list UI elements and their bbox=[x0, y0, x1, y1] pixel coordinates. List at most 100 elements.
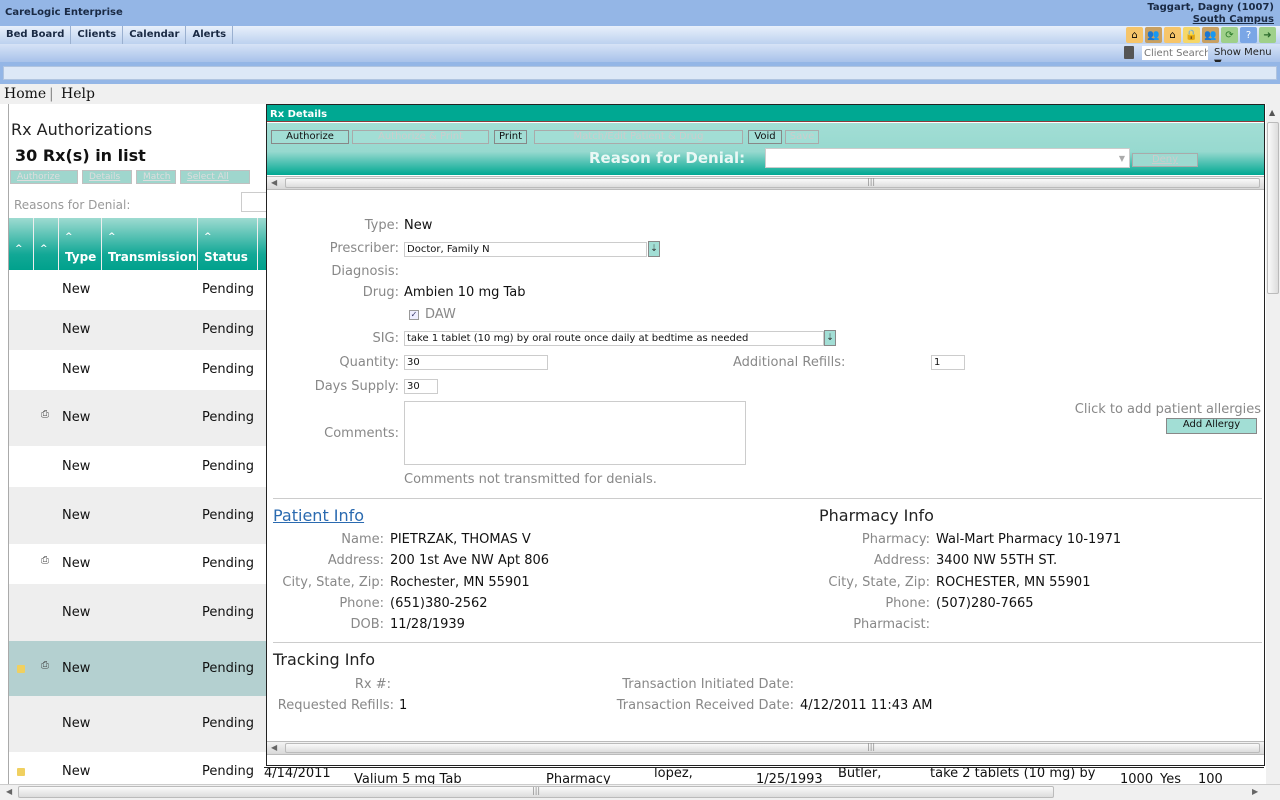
lock-icon bbox=[17, 664, 25, 673]
refresh-icon[interactable]: ⟳ bbox=[1221, 27, 1238, 43]
rx-details-dialog: Rx Details Authorize Authorize & Print P… bbox=[266, 104, 1265, 766]
scroll-left-icon: ◀ bbox=[271, 743, 278, 752]
col-lock[interactable]: ^ bbox=[9, 218, 34, 270]
sort-icon: ^ bbox=[15, 244, 23, 254]
table-row[interactable]: ⎙ New Pending bbox=[9, 390, 268, 446]
nav-calendar[interactable]: Calendar bbox=[123, 26, 187, 44]
home-link[interactable]: Home bbox=[4, 86, 46, 102]
row-status: Pending bbox=[202, 507, 254, 523]
row-status: Pending bbox=[202, 764, 254, 779]
table-row[interactable]: New Pending bbox=[9, 584, 268, 641]
sig-select[interactable]: take 1 tablet (10 mg) by oral route once… bbox=[404, 331, 824, 346]
authorize-print-button[interactable]: Authorize & Print bbox=[352, 130, 489, 144]
client-search-input[interactable] bbox=[1142, 46, 1208, 60]
table-row[interactable]: New Pending bbox=[9, 350, 268, 390]
daw-checkbox[interactable]: ✓ bbox=[409, 310, 419, 320]
table-row[interactable]: New Pending bbox=[9, 270, 268, 310]
scroll-up-icon: ▲ bbox=[1269, 108, 1276, 117]
nav-bed-board[interactable]: Bed Board bbox=[0, 26, 72, 44]
quantity-input[interactable] bbox=[404, 355, 548, 370]
lock-icon[interactable]: 🔒 bbox=[1183, 27, 1200, 43]
home-icon[interactable]: ⌂ bbox=[1126, 27, 1143, 43]
table-row[interactable]: New Pending bbox=[9, 696, 268, 752]
match-button[interactable]: Match bbox=[136, 170, 176, 184]
row-type: New bbox=[62, 410, 91, 425]
daw-label: DAW bbox=[425, 307, 456, 322]
col-type[interactable]: ^ Type bbox=[59, 218, 102, 270]
home-icon[interactable]: ⌂ bbox=[1164, 27, 1181, 43]
void-button[interactable]: Void bbox=[748, 130, 782, 144]
save-button[interactable]: Save bbox=[785, 130, 819, 144]
pharmacy-csz: ROCHESTER, MN 55901 bbox=[936, 575, 1091, 590]
help-link[interactable]: Help bbox=[61, 86, 95, 102]
sort-icon: ^ bbox=[108, 232, 116, 242]
pharmacy-address-label: Address: bbox=[873, 553, 930, 568]
message-field bbox=[3, 66, 1277, 80]
authorize-button[interactable]: Authorize bbox=[271, 130, 349, 144]
patient-csz-label: City, State, Zip: bbox=[282, 575, 384, 590]
patient-dob: 11/28/1939 bbox=[390, 617, 465, 632]
col-transmission[interactable]: ^ Transmission bbox=[102, 218, 198, 270]
authorize-list-button[interactable]: Authorize bbox=[10, 170, 78, 184]
table-row[interactable]: New Pending bbox=[9, 752, 268, 784]
scroll-left-icon: ◀ bbox=[271, 178, 278, 187]
pharmacy-info-title: Pharmacy Info bbox=[819, 506, 934, 525]
reason-for-denial-select[interactable]: ▼ bbox=[765, 148, 1130, 168]
rx-count: 30 Rx(s) in list bbox=[15, 146, 146, 165]
patient-info-link[interactable]: Patient Info bbox=[273, 506, 364, 525]
row-patient: lopez, bbox=[654, 767, 693, 781]
match-edit-button[interactable]: Match/Edit Patient & Drug bbox=[534, 130, 743, 144]
page-horizontal-scrollbar[interactable]: ◀ ||| ▶ bbox=[0, 784, 1280, 800]
pharmacy-phone-label: Phone: bbox=[885, 596, 930, 611]
comments-label: Comments: bbox=[324, 426, 399, 441]
details-button[interactable]: Details bbox=[82, 170, 132, 184]
table-row[interactable]: ⎙ New Pending bbox=[9, 544, 268, 584]
partial-table-row: 4/14/2011 Valium 5 mg Tab Pharmacy lopez… bbox=[264, 767, 1264, 784]
select-all-button[interactable]: Select All bbox=[180, 170, 250, 184]
dialog-top-scrollbar[interactable]: ◀ ||| bbox=[267, 176, 1264, 190]
grip-icon: ||| bbox=[532, 786, 541, 795]
col-print[interactable]: ^ bbox=[34, 218, 59, 270]
nav-alerts[interactable]: Alerts bbox=[186, 26, 234, 44]
pharmacy-csz-label: City, State, Zip: bbox=[828, 575, 930, 590]
table-row[interactable]: New Pending bbox=[9, 446, 268, 487]
printer-icon: ⎙ bbox=[41, 409, 49, 420]
campus-link[interactable]: South Campus bbox=[1147, 14, 1274, 26]
nav-clients[interactable]: Clients bbox=[71, 26, 124, 44]
pharmacy-name: Wal-Mart Pharmacy 10-1971 bbox=[936, 532, 1122, 547]
table-row[interactable]: New Pending bbox=[9, 310, 268, 350]
comments-note: Comments not transmitted for denials. bbox=[404, 472, 657, 487]
dialog-title: Rx Details bbox=[267, 105, 1264, 122]
type-value: New bbox=[404, 218, 433, 233]
print-button[interactable]: Print bbox=[494, 130, 527, 144]
comments-textarea[interactable] bbox=[404, 401, 746, 465]
help-icon[interactable]: ? bbox=[1240, 27, 1257, 43]
people-icon[interactable]: 👥 bbox=[1145, 27, 1162, 43]
patient-dob-label: DOB: bbox=[350, 617, 384, 632]
row-flag: Yes bbox=[1160, 772, 1181, 784]
exit-icon[interactable]: ➜ bbox=[1259, 27, 1276, 43]
prescriber-select[interactable]: Doctor, Family N bbox=[404, 242, 647, 257]
dialog-toolbar: Authorize Authorize & Print Print Match/… bbox=[267, 123, 1264, 175]
table-row[interactable]: ⎙ New Pending bbox=[9, 641, 268, 696]
prescriber-dropdown-icon[interactable]: ⇣ bbox=[648, 241, 660, 257]
sig-dropdown-icon[interactable]: ⇣ bbox=[824, 330, 836, 346]
trash-icon[interactable] bbox=[1124, 46, 1134, 59]
page-vertical-scrollbar[interactable]: ▲ bbox=[1266, 104, 1280, 784]
reasons-select[interactable] bbox=[241, 192, 268, 212]
reason-for-denial-label: Reason for Denial: bbox=[589, 149, 746, 167]
sub-toolbar bbox=[0, 44, 1280, 62]
user-info: Taggart, Dagny (1007) South Campus bbox=[1147, 2, 1274, 26]
dialog-bottom-scrollbar[interactable]: ◀ ||| bbox=[267, 741, 1264, 755]
people-icon[interactable]: 👥 bbox=[1202, 27, 1219, 43]
printer-icon: ⎙ bbox=[41, 659, 49, 671]
patient-csz: Rochester, MN 55901 bbox=[390, 575, 530, 590]
add-allergy-button[interactable]: Add Allergy bbox=[1166, 418, 1257, 434]
table-row[interactable]: New Pending bbox=[9, 487, 268, 544]
row-type: New bbox=[62, 716, 91, 731]
col-status[interactable]: ^ Status bbox=[198, 218, 258, 270]
additional-refills-input[interactable] bbox=[931, 355, 965, 370]
deny-button[interactable]: Deny bbox=[1132, 153, 1198, 167]
days-supply-input[interactable] bbox=[404, 379, 438, 394]
toolbar-icons: ⌂ 👥 ⌂ 🔒 👥 ⟳ ? ➜ bbox=[1126, 27, 1276, 43]
